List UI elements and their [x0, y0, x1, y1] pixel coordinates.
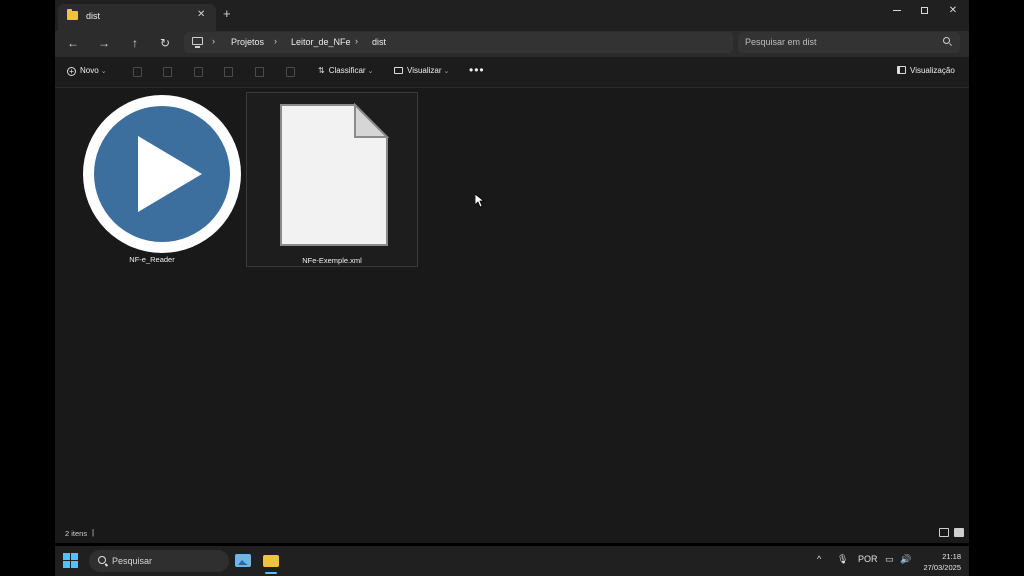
breadcrumb-item-dist[interactable]: dist: [372, 37, 386, 47]
details-view-icon[interactable]: [939, 528, 949, 537]
windows-logo-icon: [63, 561, 70, 568]
tab-title: dist: [86, 11, 101, 21]
file-explorer-app-icon[interactable]: [260, 550, 282, 574]
status-bar: 2 itens |: [55, 525, 969, 543]
cut-icon[interactable]: [133, 67, 142, 77]
back-button[interactable]: ←: [64, 34, 82, 52]
taskbar: Pesquisar ^ 🎙 POR ▭ 🔊 21:18 27/03/2025: [55, 546, 969, 576]
search-icon: [943, 37, 950, 44]
new-button[interactable]: + Novo ⌄: [67, 66, 107, 76]
preview-label: Visualização: [910, 66, 955, 75]
file-name: NFe-Exemple.xml: [302, 256, 362, 265]
new-tab-button[interactable]: +: [223, 6, 231, 21]
maximize-button[interactable]: [913, 2, 935, 20]
file-item-nf-e-reader[interactable]: NF-e_Reader: [66, 92, 241, 267]
rename-icon[interactable]: [224, 67, 233, 77]
view-label: Visualizar: [407, 66, 442, 75]
chevron-right-icon: ›: [274, 36, 277, 46]
view-button[interactable]: Visualizar ⌄: [394, 66, 449, 75]
minimize-icon: [893, 9, 901, 11]
windows-logo-icon: [71, 561, 78, 568]
computer-icon: [192, 37, 203, 48]
photos-app-icon[interactable]: [232, 550, 254, 572]
file-item-nfe-exemple-xml[interactable]: NFe-Exemple.xml: [246, 92, 418, 267]
new-label: Novo: [80, 66, 99, 75]
chevron-down-icon: ⌄: [100, 68, 107, 75]
network-icon[interactable]: ▭: [885, 554, 894, 565]
clock-time: 21:18: [942, 552, 961, 561]
sort-label: Classificar: [328, 66, 366, 75]
maximize-icon: [920, 6, 928, 14]
plus-circle-icon: +: [67, 67, 76, 76]
tab-dist[interactable]: dist ✕: [58, 4, 216, 31]
share-icon[interactable]: [255, 67, 264, 77]
refresh-button[interactable]: ↻: [156, 34, 174, 52]
breadcrumb[interactable]: › Projetos › Leitor_de_NFe › dist: [184, 32, 733, 53]
command-bar: + Novo ⌄ ⇅ Classificar ⌄ Visualizar ⌄ ••• Vis…: [55, 57, 969, 88]
preview-pane-icon: [897, 66, 906, 74]
close-tab-icon[interactable]: ✕: [197, 9, 205, 20]
view-icon: [394, 67, 403, 74]
file-list[interactable]: NF-e_Reader NFe-Exemple.xml: [55, 89, 969, 525]
sort-icon: ⇅: [318, 66, 325, 75]
taskbar-search-placeholder: Pesquisar: [112, 556, 153, 566]
close-window-button[interactable]: ✕: [942, 2, 964, 20]
delete-icon[interactable]: [286, 67, 295, 77]
copy-icon[interactable]: [163, 67, 172, 77]
file-explorer-window: dist ✕ + ✕ ← → ↑ ↻ › Projetos › Leitor_d…: [55, 0, 969, 543]
taskbar-search[interactable]: Pesquisar: [89, 550, 229, 572]
up-button[interactable]: ↑: [126, 34, 144, 52]
show-hidden-icons-icon[interactable]: ^: [817, 554, 821, 564]
chevron-right-icon: ›: [355, 36, 358, 46]
status-separator: |: [92, 528, 95, 537]
microphone-icon[interactable]: 🎙: [837, 554, 848, 565]
folder-icon: [67, 9, 78, 20]
start-button[interactable]: [63, 553, 79, 569]
windows-logo-icon: [63, 553, 70, 560]
windows-logo-icon: [71, 553, 78, 560]
play-app-icon: [83, 95, 241, 253]
address-bar-row: ← → ↑ ↻ › Projetos › Leitor_de_NFe › dis…: [55, 31, 969, 57]
forward-button[interactable]: →: [95, 34, 113, 52]
search-placeholder: Pesquisar em dist: [745, 37, 817, 47]
document-icon: [280, 103, 389, 246]
clock-date: 27/03/2025: [923, 563, 961, 572]
more-options-icon[interactable]: •••: [469, 63, 485, 77]
chevron-right-icon: ›: [212, 36, 215, 46]
large-icons-view-icon[interactable]: [954, 528, 964, 537]
volume-icon[interactable]: 🔊: [900, 554, 911, 565]
title-bar: dist ✕ + ✕: [55, 0, 969, 31]
sort-button[interactable]: ⇅ Classificar ⌄: [318, 66, 373, 75]
search-input[interactable]: Pesquisar em dist: [738, 32, 960, 53]
file-name: NF-e_Reader: [129, 255, 175, 264]
clock[interactable]: 21:18 27/03/2025: [913, 551, 961, 573]
paste-icon[interactable]: [194, 67, 203, 77]
preview-pane-button[interactable]: Visualização: [897, 66, 955, 75]
chevron-down-icon: ⌄: [367, 68, 374, 75]
language-indicator[interactable]: POR: [858, 554, 878, 564]
breadcrumb-item-leitor-de-nfe[interactable]: Leitor_de_NFe: [291, 37, 351, 47]
breadcrumb-item-projetos[interactable]: Projetos: [231, 37, 264, 47]
chevron-down-icon: ⌄: [443, 68, 450, 75]
item-count: 2 itens: [65, 529, 88, 538]
search-icon: [98, 556, 106, 564]
minimize-button[interactable]: [886, 2, 908, 20]
